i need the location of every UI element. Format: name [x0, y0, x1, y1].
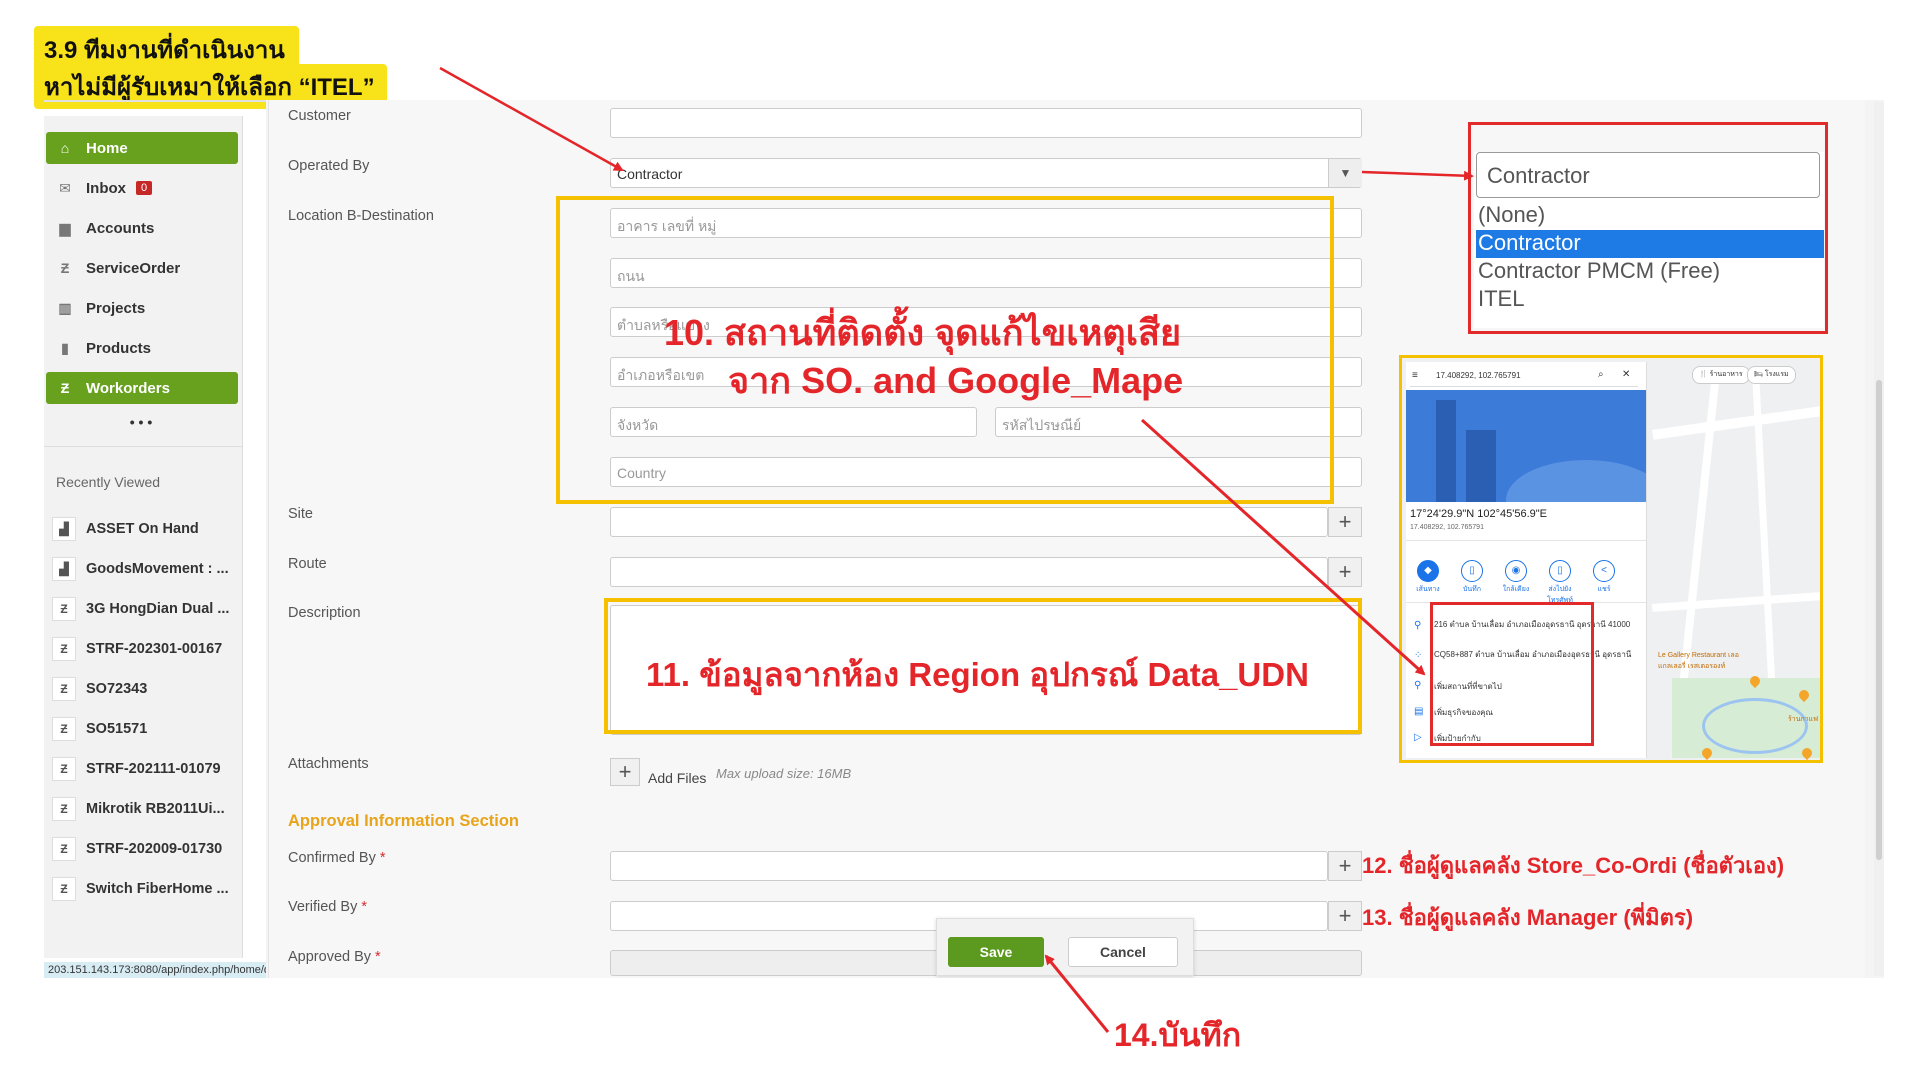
arrow-to-operated-by — [439, 66, 624, 172]
annotation-arrows — [439, 66, 1474, 1033]
arrow-to-dropdown — [1361, 170, 1474, 181]
arrow-to-save — [1044, 954, 1110, 1033]
arrow-to-map-address — [1140, 418, 1426, 676]
